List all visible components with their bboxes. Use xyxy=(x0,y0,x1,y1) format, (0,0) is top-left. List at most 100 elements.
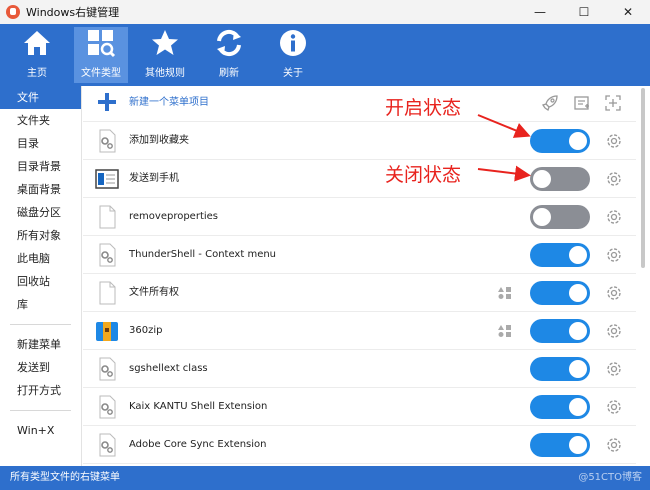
phone-app-icon xyxy=(95,167,119,191)
gear-icon[interactable] xyxy=(605,132,623,150)
archive-icon xyxy=(95,319,119,343)
toolbar-home-label: 主页 xyxy=(27,68,47,79)
home-icon xyxy=(24,31,50,55)
sidebar-item-folder[interactable]: 文件夹 xyxy=(0,109,81,132)
toolbar-about-button[interactable]: 关于 xyxy=(266,27,320,83)
title-bar: Windows右键管理 — ☐ ✕ xyxy=(0,0,650,24)
menu-item-label: ThunderShell - Context menu xyxy=(129,249,277,260)
sidebar-item-new-menu[interactable]: 新建菜单 xyxy=(0,333,81,356)
sidebar-item-recycle-bin[interactable]: 回收站 xyxy=(0,270,81,293)
sidebar-item-desktop-background[interactable]: 桌面背景 xyxy=(0,178,81,201)
toggle-knob xyxy=(533,208,551,226)
toolbar-file-type-button[interactable]: 文件类型 xyxy=(74,27,128,83)
menu-item-row[interactable]: Kaix KANTU Shell Extension xyxy=(83,388,636,426)
info-icon xyxy=(280,30,306,56)
shapes-icon xyxy=(498,325,511,337)
watermark: @51CTO博客 xyxy=(578,472,642,483)
enable-toggle[interactable] xyxy=(530,243,590,267)
refresh-icon xyxy=(217,29,241,57)
blank-file-icon xyxy=(95,281,119,305)
sidebar-item-winx[interactable]: Win+X xyxy=(0,419,81,442)
gear-icon[interactable] xyxy=(605,208,623,226)
toolbar-home-button[interactable]: 主页 xyxy=(10,27,64,83)
file-gear-icon xyxy=(95,129,119,153)
gear-icon[interactable] xyxy=(605,284,623,302)
enable-toggle[interactable] xyxy=(530,129,590,153)
plus-icon xyxy=(98,93,116,111)
menu-item-label: Kaix KANTU Shell Extension xyxy=(129,401,268,412)
main-toolbar: 主页 文件类型 其他规则 刷新 关于 xyxy=(0,24,650,86)
menu-item-row[interactable]: 文件所有权 xyxy=(83,274,636,312)
toolbar-other-rules-label: 其他规则 xyxy=(145,68,185,79)
menu-item-row[interactable]: 发送到手机 xyxy=(83,160,636,198)
toolbar-other-rules-button[interactable]: 其他规则 xyxy=(138,27,192,83)
enable-toggle[interactable] xyxy=(530,167,590,191)
menu-item-row[interactable]: Adobe Core Sync Extension xyxy=(83,426,636,464)
window-title: Windows右键管理 xyxy=(26,6,120,19)
sidebar-divider xyxy=(10,410,71,411)
menu-item-label: sgshellext class xyxy=(129,363,208,374)
sidebar-item-drive[interactable]: 磁盘分区 xyxy=(0,201,81,224)
sidebar-item-directory-background[interactable]: 目录背景 xyxy=(0,155,81,178)
gear-icon[interactable] xyxy=(605,398,623,416)
enable-toggle[interactable] xyxy=(530,281,590,305)
file-gear-icon xyxy=(95,395,119,419)
add-frame-icon[interactable] xyxy=(604,94,622,112)
gear-icon[interactable] xyxy=(605,322,623,340)
sidebar-item-send-to[interactable]: 发送到 xyxy=(0,356,81,379)
toolbar-refresh-button[interactable]: 刷新 xyxy=(202,27,256,83)
gear-icon[interactable] xyxy=(605,170,623,188)
sidebar-item-open-with[interactable]: 打开方式 xyxy=(0,379,81,402)
menu-item-row[interactable]: 360zip xyxy=(83,312,636,350)
star-icon xyxy=(152,30,178,55)
file-type-icon xyxy=(88,30,116,58)
menu-item-label: 添加到收藏夹 xyxy=(129,135,189,146)
maximize-button[interactable]: ☐ xyxy=(562,0,606,24)
enable-toggle[interactable] xyxy=(530,433,590,457)
menu-item-row[interactable]: 添加到收藏夹 xyxy=(83,122,636,160)
enable-toggle[interactable] xyxy=(530,395,590,419)
menu-item-label: 360zip xyxy=(129,325,163,336)
file-gear-icon xyxy=(95,433,119,457)
gear-icon[interactable] xyxy=(605,436,623,454)
menu-item-row[interactable]: sgshellext class xyxy=(83,350,636,388)
new-item-row[interactable]: 新建一个菜单项目 xyxy=(83,86,636,122)
status-text: 所有类型文件的右键菜单 xyxy=(10,472,120,483)
sidebar-item-directory[interactable]: 目录 xyxy=(0,132,81,155)
menu-item-label: Adobe Core Sync Extension xyxy=(129,439,267,450)
menu-item-label: 文件所有权 xyxy=(129,287,179,298)
shapes-icon xyxy=(498,287,511,299)
toggle-knob xyxy=(569,246,587,264)
annotation-off-state: 关闭状态 xyxy=(385,164,462,186)
blank-file-icon xyxy=(95,205,119,229)
sidebar-item-library[interactable]: 库 xyxy=(0,293,81,316)
edit-menu-icon[interactable] xyxy=(573,94,591,112)
rocket-icon[interactable] xyxy=(541,94,559,112)
sidebar-item-file[interactable]: 文件 xyxy=(0,86,81,109)
enable-toggle[interactable] xyxy=(530,205,590,229)
enable-toggle[interactable] xyxy=(530,357,590,381)
menu-item-list: 新建一个菜单项目 添加到收藏夹 发送到手机 removeproperties Thun… xyxy=(83,86,650,466)
enable-toggle[interactable] xyxy=(530,319,590,343)
toggle-knob xyxy=(569,132,587,150)
toolbar-refresh-label: 刷新 xyxy=(219,68,239,79)
sidebar-item-this-pc[interactable]: 此电脑 xyxy=(0,247,81,270)
new-item-label: 新建一个菜单项目 xyxy=(129,97,209,108)
sidebar-item-all-objects[interactable]: 所有对象 xyxy=(0,224,81,247)
menu-item-label: 发送到手机 xyxy=(129,173,179,184)
toggle-knob xyxy=(569,436,587,454)
content-scrollbar[interactable] xyxy=(641,88,645,268)
toggle-knob xyxy=(533,170,551,188)
menu-item-row[interactable]: removeproperties xyxy=(83,198,636,236)
menu-item-row[interactable]: ThunderShell - Context menu xyxy=(83,236,636,274)
gear-icon[interactable] xyxy=(605,360,623,378)
toolbar-file-type-label: 文件类型 xyxy=(81,68,121,79)
minimize-button[interactable]: — xyxy=(518,0,562,24)
toggle-knob xyxy=(569,360,587,378)
gear-icon[interactable] xyxy=(605,246,623,264)
toggle-knob xyxy=(569,322,587,340)
toolbar-about-label: 关于 xyxy=(283,68,303,79)
toggle-knob xyxy=(569,398,587,416)
close-button[interactable]: ✕ xyxy=(606,0,650,24)
status-bar: 所有类型文件的右键菜单 @51CTO博客 xyxy=(0,466,650,490)
